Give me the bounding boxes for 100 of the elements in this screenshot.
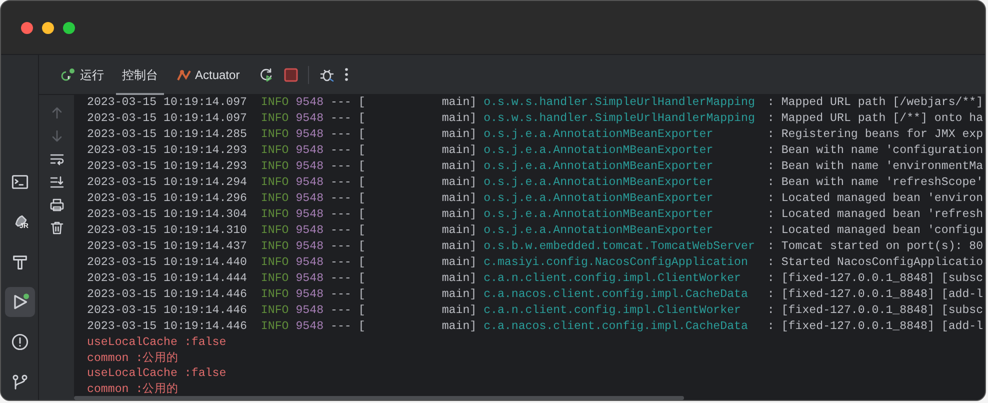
- log-logger: o.s.w.s.handler.SimpleUrlHandlerMapping: [484, 95, 755, 111]
- log-thread: [ main]: [358, 255, 477, 271]
- log-pid: 9548: [296, 191, 324, 207]
- minimize-button[interactable]: [42, 22, 54, 34]
- output-line: useLocalCache :false: [87, 336, 226, 349]
- log-level: INFO: [260, 191, 289, 207]
- log-level: INFO: [260, 95, 289, 111]
- log-logger: o.s.w.s.handler.SimpleUrlHandlerMapping: [484, 111, 755, 127]
- scroll-end-icon: [48, 174, 64, 190]
- log-pid: 9548: [296, 271, 324, 287]
- log-separator: ---: [330, 111, 352, 127]
- log-timestamp: 2023-03-15 10:19:14.444: [87, 271, 248, 287]
- log-pid: 9548: [296, 223, 324, 239]
- log-separator: ---: [330, 143, 352, 159]
- log-pid: 9548: [296, 175, 324, 191]
- log-timestamp: 2023-03-15 10:19:14.310: [87, 223, 248, 239]
- log-message: : Bean with name 'refreshScope': [767, 175, 984, 191]
- log-separator: ---: [330, 271, 352, 287]
- log-level: INFO: [260, 271, 289, 287]
- log-logger: o.s.j.e.a.AnnotationMBeanExporter: [484, 127, 714, 143]
- log-message: : Located managed bean 'environ: [767, 191, 984, 207]
- run-config-icon: [59, 66, 77, 82]
- log-timestamp: 2023-03-15 10:19:14.097: [87, 95, 248, 111]
- log-timestamp: 2023-03-15 10:19:14.446: [87, 303, 248, 319]
- log-pid: 9548: [296, 255, 324, 271]
- log-timestamp: 2023-03-15 10:19:14.296: [87, 191, 248, 207]
- log-separator: ---: [330, 159, 352, 175]
- log-separator: ---: [330, 127, 352, 143]
- output-line: common :公用的: [87, 382, 179, 396]
- log-separator: ---: [330, 95, 352, 111]
- log-logger: c.a.n.client.config.impl.ClientWorker: [484, 303, 741, 319]
- log-thread: [ main]: [358, 159, 477, 175]
- log-level: INFO: [260, 319, 289, 335]
- log-logger: o.s.j.e.a.AnnotationMBeanExporter: [484, 223, 714, 239]
- log-logger: c.a.nacos.client.config.impl.CacheData: [484, 287, 748, 303]
- toolbar-tab[interactable]: Actuator: [170, 54, 246, 94]
- log-level: INFO: [260, 223, 289, 239]
- log-logger: o.s.j.e.a.AnnotationMBeanExporter: [484, 143, 714, 159]
- log-pid: 9548: [296, 111, 324, 127]
- maximize-button[interactable]: [63, 22, 75, 34]
- log-separator: ---: [330, 191, 352, 207]
- log-thread: [ main]: [358, 143, 477, 159]
- log-message: : [fixed-127.0.0.1_8848] [add-l: [767, 319, 984, 335]
- more-icon[interactable]: [344, 68, 348, 81]
- log-timestamp: 2023-03-15 10:19:14.446: [87, 287, 248, 303]
- log-message: : Tomcat started on port(s): 80: [767, 239, 984, 255]
- log-pid: 9548: [296, 303, 324, 319]
- log-level: INFO: [260, 255, 289, 271]
- log-timestamp: 2023-03-15 10:19:14.285: [87, 127, 248, 143]
- log-message: : Registering beans for JMX exp: [767, 127, 984, 143]
- log-thread: [ main]: [358, 127, 477, 143]
- warning-icon: [10, 333, 28, 351]
- output-line: useLocalCache :false: [87, 367, 226, 380]
- log-thread: [ main]: [358, 207, 477, 223]
- log-logger: c.a.n.client.config.impl.ClientWorker: [484, 271, 741, 287]
- log-logger: o.s.j.e.a.AnnotationMBeanExporter: [484, 191, 714, 207]
- log-thread: [ main]: [358, 303, 477, 319]
- log-message: : Located managed bean 'refresh: [767, 207, 984, 223]
- log-message: : [fixed-127.0.0.1_8848] [subsc: [767, 303, 984, 319]
- log-separator: ---: [330, 223, 352, 239]
- log-timestamp: 2023-03-15 10:19:14.293: [87, 159, 248, 175]
- terminal-icon: [10, 173, 28, 191]
- log-message: : [fixed-127.0.0.1_8848] [add-l: [767, 287, 984, 303]
- trash-icon: [48, 220, 64, 236]
- log-message: : Mapped URL path [/webjars/**]: [767, 95, 984, 111]
- log-logger: c.a.nacos.client.config.impl.CacheData: [484, 319, 748, 335]
- log-logger: o.s.j.e.a.AnnotationMBeanExporter: [484, 207, 714, 223]
- print-icon: [48, 197, 64, 213]
- log-thread: [ main]: [358, 239, 477, 255]
- hammer-icon: [10, 253, 28, 271]
- log-thread: [ main]: [358, 191, 477, 207]
- close-button[interactable]: [21, 22, 33, 34]
- log-separator: ---: [330, 303, 352, 319]
- log-pid: 9548: [296, 207, 324, 223]
- sidebar-button[interactable]: [4, 287, 34, 317]
- log-separator: ---: [330, 319, 352, 335]
- branch-icon: [10, 373, 28, 391]
- log-level: INFO: [260, 127, 289, 143]
- log-pid: 9548: [296, 319, 324, 335]
- log-timestamp: 2023-03-15 10:19:14.446: [87, 319, 248, 335]
- log-pid: 9548: [296, 143, 324, 159]
- log-thread: [ main]: [358, 111, 477, 127]
- log-message: : [fixed-127.0.0.1_8848] [subsc: [767, 271, 984, 287]
- rerun-icon: [258, 66, 274, 82]
- log-thread: [ main]: [358, 175, 477, 191]
- log-level: INFO: [260, 207, 289, 223]
- log-timestamp: 2023-03-15 10:19:14.097: [87, 111, 248, 127]
- log-separator: ---: [330, 175, 352, 191]
- log-level: INFO: [260, 303, 289, 319]
- log-pid: 9548: [296, 239, 324, 255]
- log-message: : Bean with name 'environmentMa: [767, 159, 984, 175]
- log-message: : Bean with name 'configuration: [767, 143, 984, 159]
- log-timestamp: 2023-03-15 10:19:14.304: [87, 207, 248, 223]
- toolbar-tab[interactable]: 运行: [53, 54, 110, 94]
- log-thread: [ main]: [358, 95, 477, 111]
- stop-icon: [284, 68, 298, 82]
- log-logger: c.masiyi.config.NacosConfigApplication: [484, 255, 748, 271]
- log-logger: o.s.b.w.embedded.tomcat.TomcatWebServer: [484, 239, 755, 255]
- log-timestamp: 2023-03-15 10:19:14.440: [87, 255, 248, 271]
- log-level: INFO: [260, 175, 289, 191]
